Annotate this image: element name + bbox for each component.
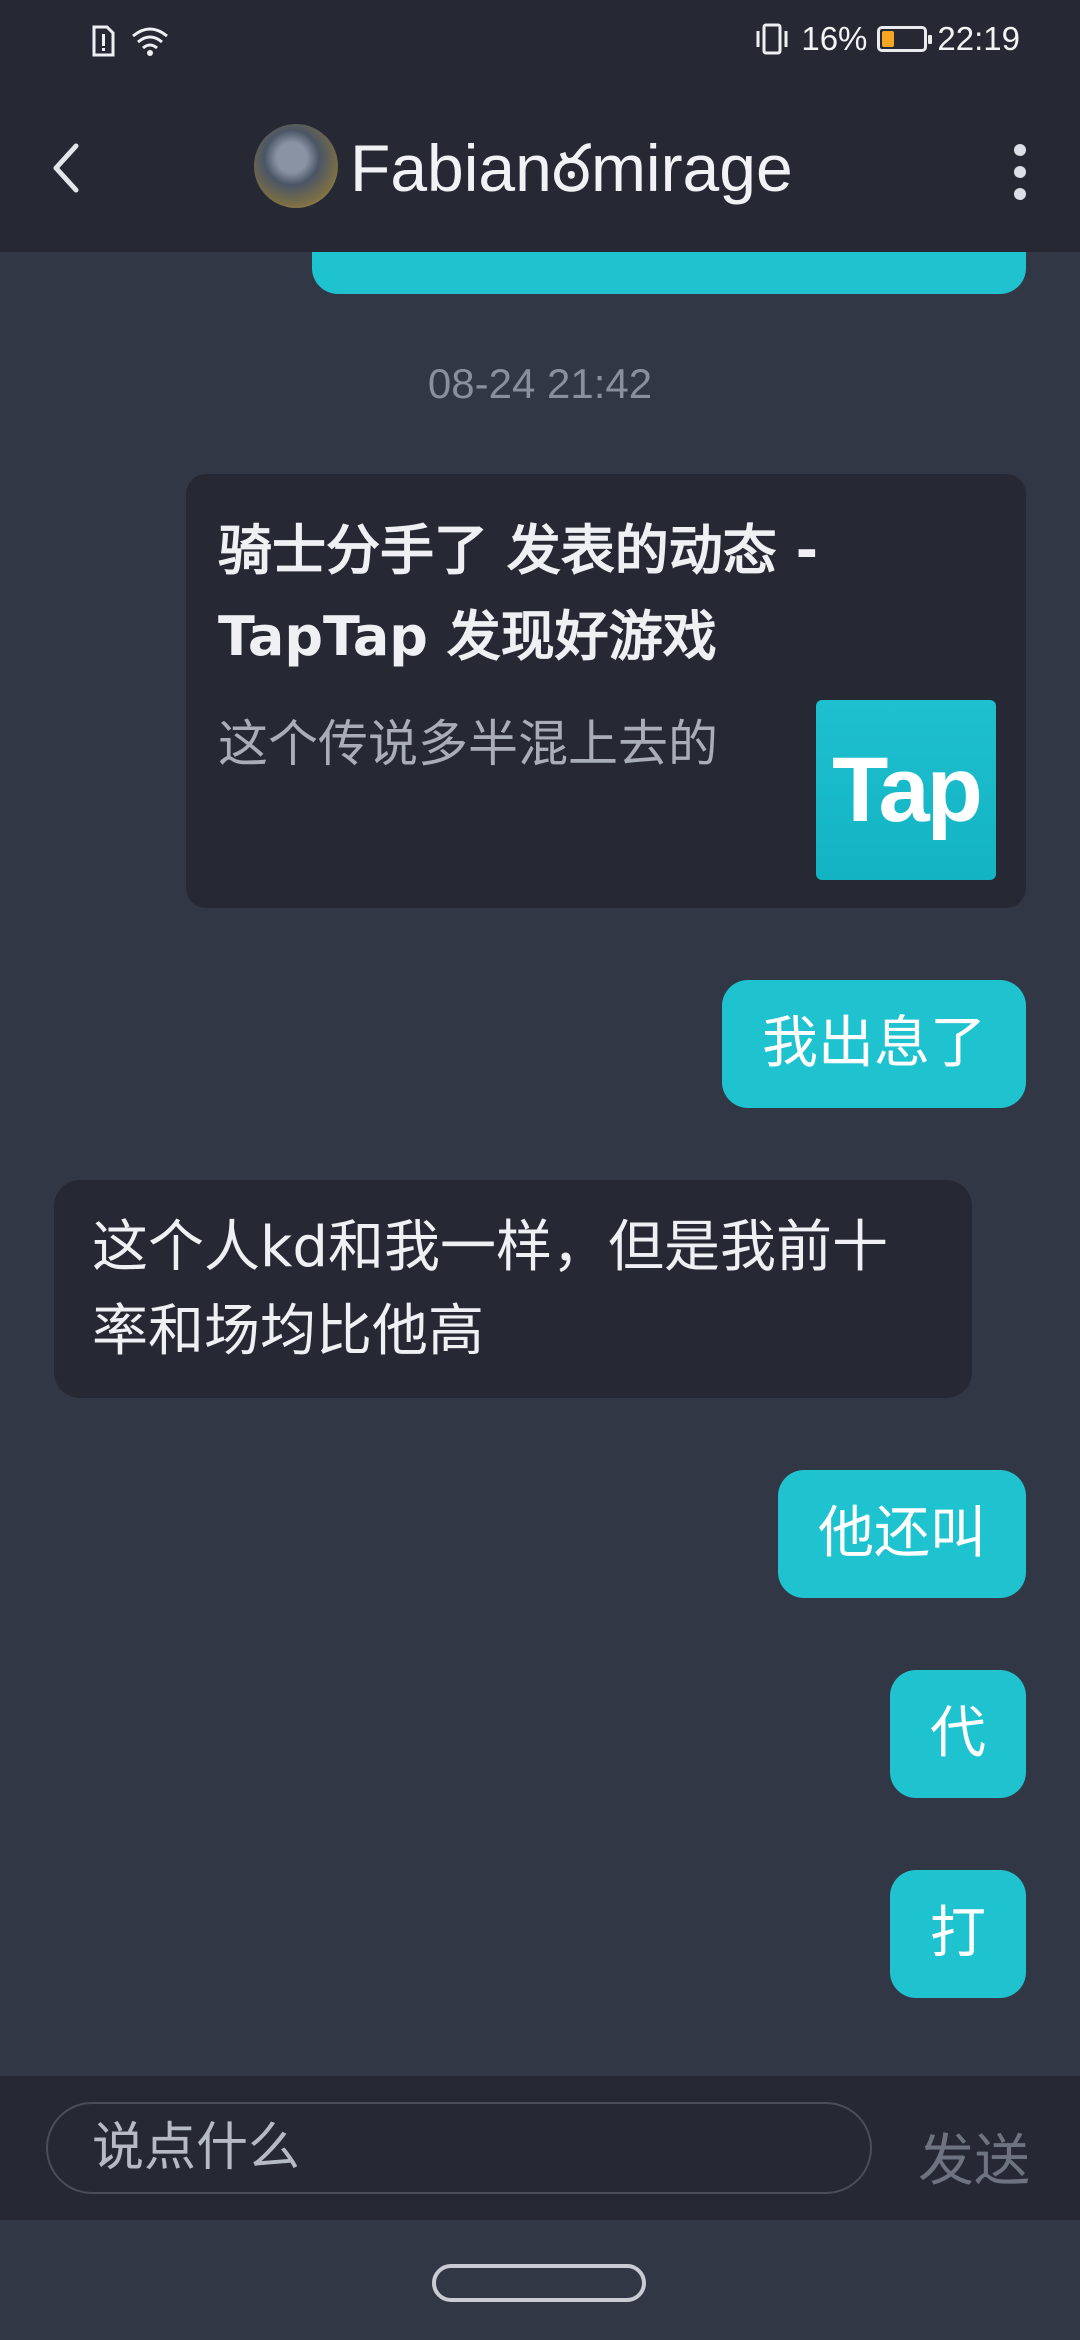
clock: 22:19 bbox=[937, 20, 1020, 57]
system-nav-bar bbox=[0, 2220, 1080, 2340]
shared-link-card[interactable]: 骑士分手了 发表的动态 - TapTap 发现好游戏 这个传说多半混上去的 Ta… bbox=[186, 474, 1026, 908]
message-bubble-outgoing[interactable]: 他还叫 bbox=[778, 1470, 1026, 1598]
taptap-logo: Tap bbox=[816, 700, 996, 880]
status-bar: 16% 22:19 bbox=[0, 0, 1080, 84]
home-indicator[interactable] bbox=[432, 2264, 646, 2302]
vibrate-icon bbox=[756, 23, 788, 55]
wifi-icon bbox=[132, 27, 168, 56]
message-bubble-outgoing[interactable]: 打 bbox=[890, 1870, 1026, 1998]
status-left bbox=[90, 24, 170, 58]
message-bubble-outgoing[interactable]: 代 bbox=[890, 1670, 1026, 1798]
composer-bar: 说点什么 发送 bbox=[0, 2076, 1080, 2220]
battery-percent: 16% bbox=[801, 20, 868, 57]
back-icon[interactable] bbox=[40, 136, 92, 200]
chat-header: Fabianఠmirage bbox=[0, 84, 1080, 252]
message-bubble-incoming[interactable]: 这个人kd和我一样，但是我前十率和场均比他高 bbox=[54, 1180, 972, 1398]
message-bubble-outgoing[interactable]: 我出息了 bbox=[722, 980, 1026, 1108]
message-list[interactable]: 08-24 21:42 骑士分手了 发表的动态 - TapTap 发现好游戏 这… bbox=[0, 252, 1080, 2076]
card-title: 骑士分手了 发表的动态 - TapTap 发现好游戏 bbox=[218, 519, 819, 668]
previous-message-bubble bbox=[312, 252, 1026, 294]
timestamp: 08-24 21:42 bbox=[427, 360, 653, 407]
page-title: Fabianఠmirage bbox=[350, 131, 793, 205]
status-right: 16% 22:19 bbox=[753, 20, 1020, 58]
logo-text: Tap bbox=[832, 738, 983, 841]
sim-alert-icon bbox=[92, 25, 115, 57]
send-button[interactable]: 发送 bbox=[918, 2116, 1030, 2197]
message-input[interactable]: 说点什么 bbox=[46, 2102, 872, 2194]
card-description: 这个传说多半混上去的 bbox=[218, 715, 718, 773]
avatar[interactable] bbox=[254, 124, 338, 208]
battery-saver-icon bbox=[877, 26, 933, 52]
more-icon[interactable] bbox=[1010, 144, 1030, 204]
